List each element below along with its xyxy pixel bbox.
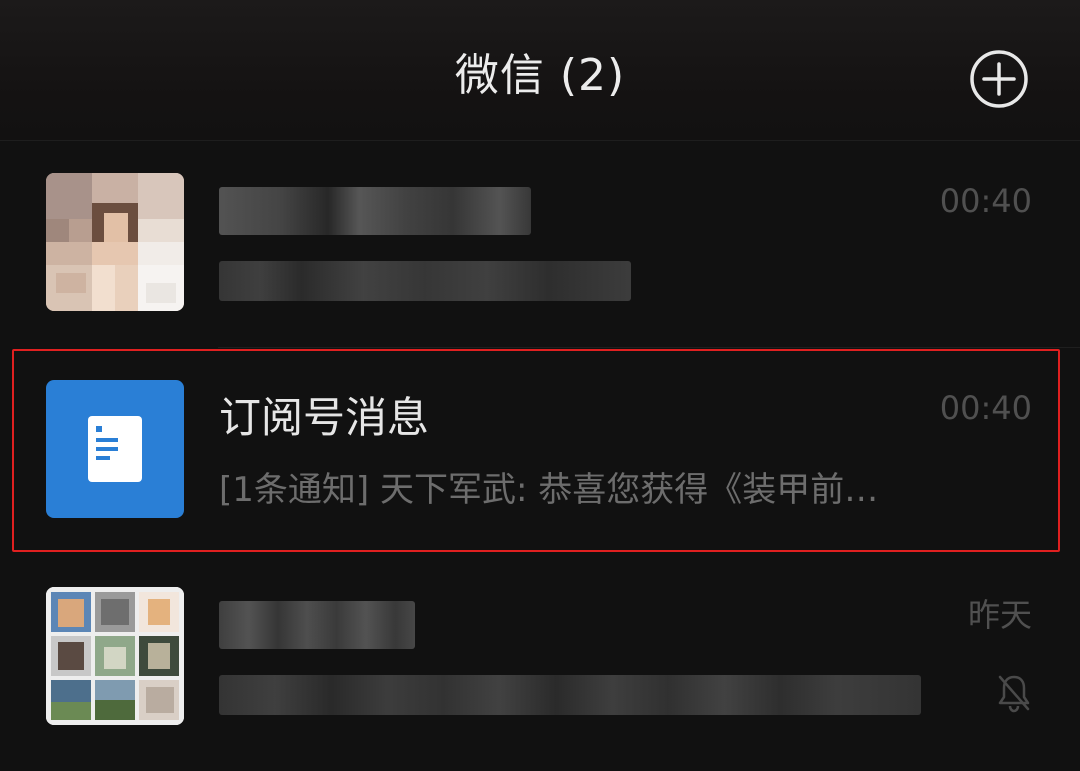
- chat-time: 00:40: [939, 389, 1032, 427]
- chat-preview: [1条通知] 天下军武: 恭喜您获得《装甲前…: [219, 470, 879, 510]
- bell-muted-icon: [998, 675, 1030, 713]
- header-bar: 微信 (2): [0, 0, 1080, 140]
- chat-item-subscriptions[interactable]: 订阅号消息 [1条通知] 天下军武: 恭喜您获得《装甲前… 00:40: [0, 348, 1080, 555]
- blurred-avatar-image: [46, 173, 184, 311]
- blurred-preview-block: [219, 261, 631, 301]
- blurred-preview-block: [219, 675, 921, 715]
- avatar: [46, 380, 184, 518]
- chat-item[interactable]: 昨天: [0, 555, 1080, 762]
- page-title: 微信 (2): [454, 50, 626, 101]
- chat-time: 昨天: [967, 596, 1032, 634]
- avatar: [46, 587, 184, 725]
- blurred-name-block: [219, 601, 415, 649]
- plus-circle-icon: [970, 50, 1028, 108]
- wechat-chat-list-screen: 微信 (2) 00:40 订阅号消息 [1条通知] 天下军武: 恭喜您获得《装甲…: [0, 0, 1080, 771]
- chat-time: 00:40: [939, 182, 1032, 220]
- blurred-name-block: [219, 187, 531, 235]
- subscription-document-icon: [88, 416, 142, 482]
- chat-name: 订阅号消息: [219, 393, 430, 442]
- chat-item[interactable]: 00:40: [0, 141, 1080, 348]
- group-avatar-grid: [46, 587, 184, 725]
- add-button[interactable]: [969, 49, 1029, 109]
- avatar: [46, 173, 184, 311]
